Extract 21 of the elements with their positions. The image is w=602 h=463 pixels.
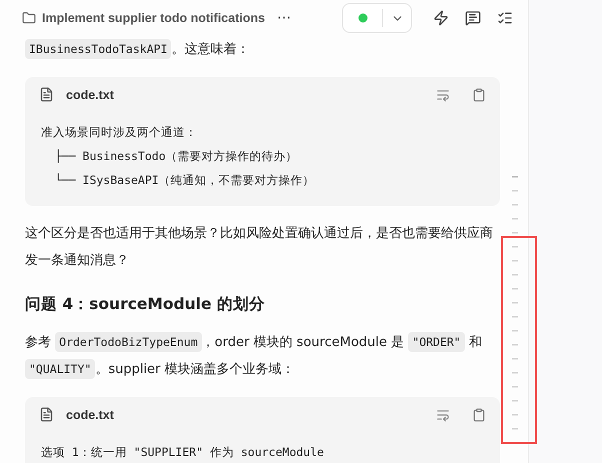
copy-icon[interactable] xyxy=(472,408,486,422)
code-line: ├── BusinessTodo（需要对方操作的待办） xyxy=(54,148,299,165)
paragraph: 这个区分是否也适用于其他场景？比如风险处置确认通过后，是否也需要给供应商发一条通知消息？ xyxy=(25,225,494,270)
paragraph: IBusinessTodoTaskAPI 。这意味着： xyxy=(25,36,500,63)
wrap-icon[interactable] xyxy=(436,88,450,102)
file-name: code.txt xyxy=(66,408,114,422)
section-heading: 问题 4：sourceModule 的划分 xyxy=(25,294,266,315)
code-line: └── ISysBaseAPI（纯通知，不需要对方操作） xyxy=(54,172,316,189)
conversation-title: Implement supplier todo notifications xyxy=(42,11,265,25)
paragraph: 参考 OrderTodoBizTypeEnum ，order 模块的 sourceModule 是 "ORDER" 和 "QUALITY" 。supplier 模块涵盖多个业务域： xyxy=(25,329,500,383)
folder-icon xyxy=(22,11,36,25)
more-button[interactable]: ⋯ xyxy=(276,10,291,26)
file-icon xyxy=(39,407,54,422)
file-icon xyxy=(39,87,54,102)
copy-icon[interactable] xyxy=(472,88,486,102)
model-selector[interactable] xyxy=(342,3,412,33)
wrap-icon[interactable] xyxy=(436,408,450,422)
code-line: 选项 1：统一用 "SUPPLIER" 作为 sourceModule xyxy=(40,444,325,461)
status-icon xyxy=(358,13,368,23)
file-name: code.txt xyxy=(66,88,114,102)
code-line: 准入场景同时涉及两个通道： xyxy=(40,124,198,141)
